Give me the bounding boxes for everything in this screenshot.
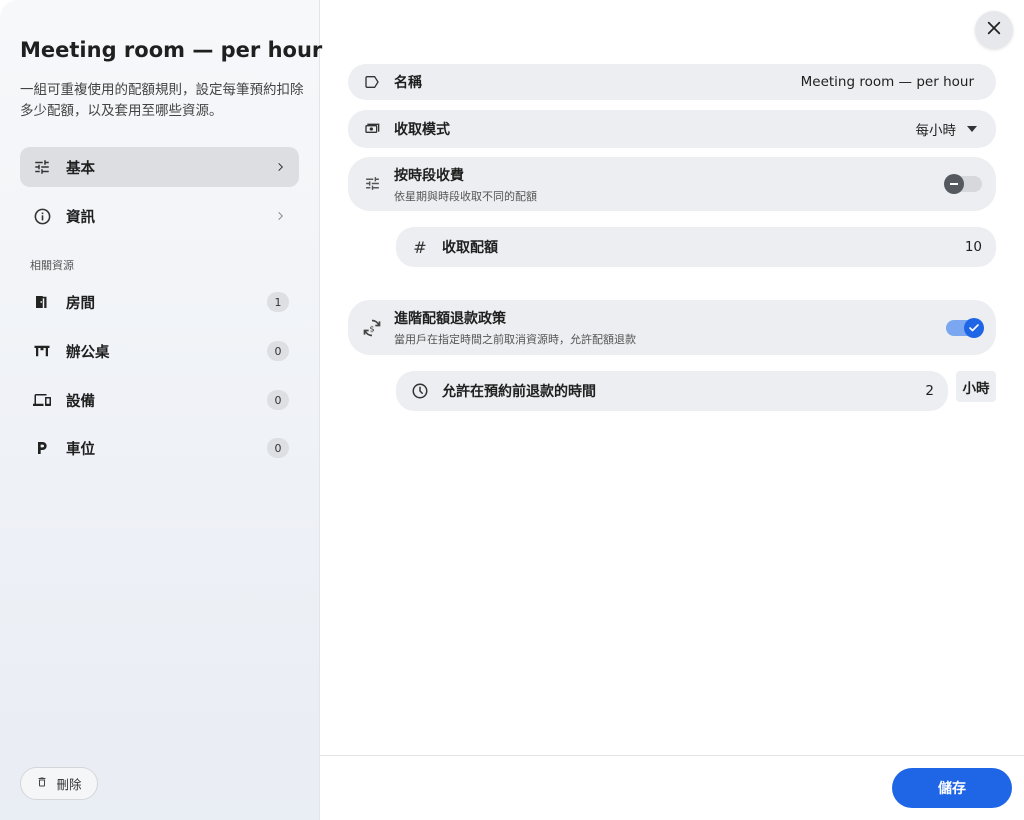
timeslot-pricing-row: 按時段收費 依星期與時段收取不同的配額 xyxy=(348,157,996,211)
count-badge: 0 xyxy=(267,390,289,410)
chevron-right-icon xyxy=(273,160,287,174)
delete-label: 刪除 xyxy=(56,777,82,792)
clock-icon xyxy=(410,381,430,401)
quota-field[interactable]: # 收取配額 10 xyxy=(396,227,996,267)
timeslot-description: 依星期與時段收取不同的配額 xyxy=(394,189,537,203)
svg-text:$: $ xyxy=(369,323,374,333)
timeslot-label: 按時段收費 xyxy=(394,167,464,184)
save-button[interactable]: 儲存 xyxy=(892,768,1012,808)
tune-icon xyxy=(32,157,52,177)
count-badge: 1 xyxy=(267,292,289,312)
refund-time-label: 允許在預約前退款的時間 xyxy=(442,384,596,400)
chevron-right-icon xyxy=(273,209,287,223)
label-tag-icon xyxy=(362,72,382,92)
resource-label: 房間 xyxy=(66,295,95,312)
mode-select[interactable]: 收取模式 每小時 xyxy=(348,110,996,148)
quota-value[interactable]: 10 xyxy=(965,239,982,255)
name-field[interactable]: 名稱 Meeting room — per hour xyxy=(348,64,996,100)
resource-label: 設備 xyxy=(66,393,95,410)
sidebar-item-basic[interactable]: 基本 xyxy=(20,147,299,187)
close-icon xyxy=(986,20,1002,40)
caret-down-icon xyxy=(966,123,978,135)
sidebar-item-info[interactable]: 資訊 xyxy=(20,196,299,236)
info-icon xyxy=(32,206,52,226)
section-label: 相關資源 xyxy=(30,259,74,272)
refund-description: 當用戶在指定時間之前取消資源時，允許配額退款 xyxy=(394,333,636,346)
dialog-title: Meeting room — per hour xyxy=(20,38,323,62)
refund-time-unit[interactable]: 小時 xyxy=(956,371,996,402)
count-badge: 0 xyxy=(267,438,289,458)
check-icon xyxy=(964,317,984,338)
resource-item-parking[interactable]: 車位 0 xyxy=(20,428,299,468)
refund-toggle[interactable] xyxy=(946,317,984,338)
timeslot-toggle[interactable] xyxy=(944,174,982,194)
refund-label: 進階配額退款政策 xyxy=(394,311,506,327)
quota-rule-dialog: Meeting room — per hour 一組可重複使用的配額規則，設定每… xyxy=(0,0,1024,820)
resource-label: 辦公桌 xyxy=(66,344,110,361)
mode-value: 每小時 xyxy=(915,123,957,139)
refund-policy-row: $ 進階配額退款政策 當用戶在指定時間之前取消資源時，允許配額退款 xyxy=(348,300,996,355)
mode-label: 收取模式 xyxy=(394,122,450,138)
count-badge: 0 xyxy=(267,341,289,361)
refund-time-field[interactable]: 允許在預約前退款的時間 2 xyxy=(396,371,948,411)
resource-item-rooms[interactable]: 房間 1 xyxy=(20,282,299,322)
trash-icon xyxy=(36,776,48,791)
quota-label: 收取配額 xyxy=(442,240,498,256)
parking-icon xyxy=(32,438,52,458)
sidebar-item-label: 基本 xyxy=(66,160,95,177)
devices-icon xyxy=(32,390,52,410)
money-icon xyxy=(362,119,382,139)
sidebar: Meeting room — per hour 一組可重複使用的配額規則，設定每… xyxy=(0,0,323,820)
refund-time-value[interactable]: 2 xyxy=(925,383,934,399)
name-value[interactable]: Meeting room — per hour xyxy=(801,74,974,90)
resource-item-equipment[interactable]: 設備 0 xyxy=(20,380,299,420)
name-label: 名稱 xyxy=(394,75,422,91)
currency-exchange-icon: $ xyxy=(362,318,382,338)
dialog-description: 一組可重複使用的配額規則，設定每筆預約扣除多少配額，以及套用至哪些資源。 xyxy=(20,82,304,119)
toggle-off-icon xyxy=(944,174,964,194)
delete-button[interactable]: 刪除 xyxy=(20,767,98,800)
resource-item-desks[interactable]: 辦公桌 0 xyxy=(20,331,299,371)
door-icon xyxy=(32,292,52,312)
close-button[interactable] xyxy=(975,11,1013,49)
tune-icon xyxy=(362,173,382,193)
resource-label: 車位 xyxy=(66,441,95,458)
desk-icon xyxy=(32,341,52,361)
sidebar-item-label: 資訊 xyxy=(66,209,95,226)
hash-icon: # xyxy=(413,237,427,257)
